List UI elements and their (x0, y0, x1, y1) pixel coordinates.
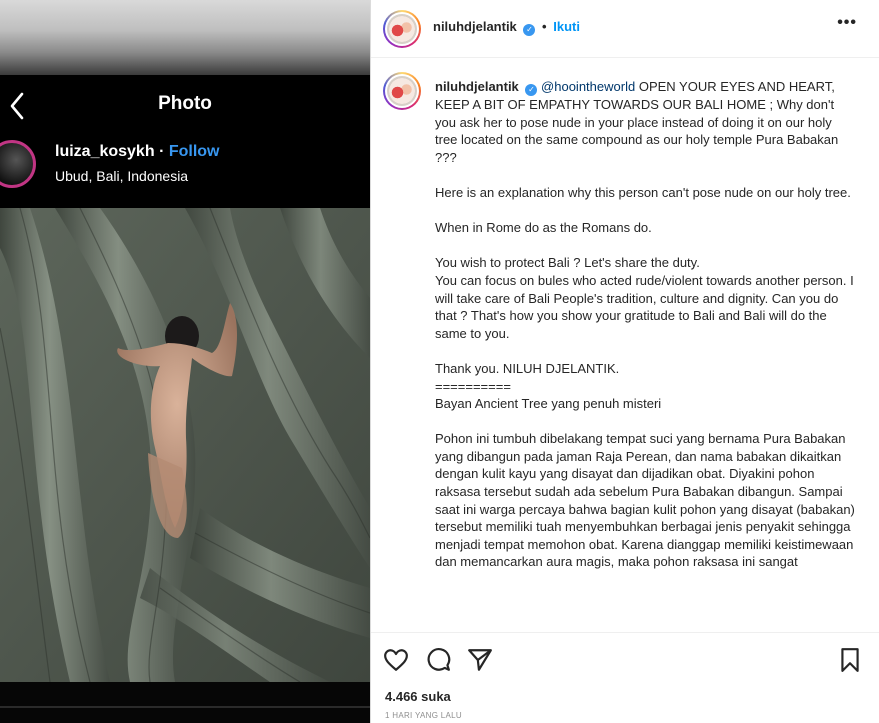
verified-badge-icon: ✓ (523, 24, 536, 36)
embedded-username-line: luiza_kosykh · Follow (55, 143, 220, 161)
more-options-icon[interactable]: ••• (837, 14, 857, 32)
heart-icon[interactable] (383, 647, 409, 673)
follow-button[interactable]: Ikuti (553, 19, 580, 34)
author-avatar[interactable] (383, 10, 421, 48)
embedded-username: luiza_kosykh (55, 143, 155, 160)
caption-paragraph: When in Rome do as the Romans do. (435, 220, 652, 236)
embedded-user-row: luiza_kosykh · Follow Ubud, Bali, Indone… (0, 132, 370, 207)
post-actions: 4.466 suka 1 HARI YANG LALU (371, 632, 879, 723)
post-header: niluhdjelantik ✓ • Ikuti ••• (371, 0, 879, 58)
caption-paragraph: niluhdjelantik ✓ @hoointheworld OPEN YOU… (435, 78, 855, 166)
embedded-follow-label: Follow (168, 143, 220, 160)
tree-roots-image (0, 208, 370, 682)
share-icon[interactable] (467, 647, 493, 673)
post-details-panel: niluhdjelantik ✓ • Ikuti ••• niluhdjelan… (371, 0, 879, 723)
tree-photo (0, 208, 370, 682)
caption-paragraph: You wish to protect Bali ? Let's share t… (435, 255, 854, 341)
author-username[interactable]: niluhdjelantik (433, 19, 517, 34)
caption-mention[interactable]: @hoointheworld (541, 79, 635, 94)
blurred-background (0, 0, 370, 75)
post-timestamp[interactable]: 1 HARI YANG LALU (385, 711, 462, 720)
embedded-screen-title: Photo (158, 93, 212, 114)
caption-username[interactable]: niluhdjelantik (435, 79, 519, 94)
comment-icon[interactable] (425, 647, 451, 673)
author-line: niluhdjelantik ✓ • Ikuti (433, 19, 580, 36)
bookmark-icon[interactable] (837, 647, 863, 673)
post-media[interactable]: Photo luiza_kosykh · Follow Ubud, Bali, … (0, 0, 370, 723)
embedded-avatar (0, 140, 36, 188)
likes-count[interactable]: 4.466 suka (385, 689, 451, 704)
caption-author-avatar[interactable] (383, 72, 421, 110)
embedded-location: Ubud, Bali, Indonesia (55, 168, 189, 184)
caption-paragraph: Thank you. NILUH DJELANTIK. ========== B… (435, 360, 662, 412)
post-caption: niluhdjelantik ✓ @hoointheworld OPEN YOU… (435, 78, 855, 628)
embedded-separator: · (159, 143, 165, 160)
caption-paragraph: Here is an explanation why this person c… (435, 184, 851, 200)
embedded-bottom-bar (0, 682, 370, 723)
caption-verified-badge-icon: ✓ (525, 84, 538, 96)
header-separator: • (542, 19, 547, 34)
caption-paragraph: Pohon ini tumbuh dibelakang tempat suci … (435, 431, 855, 570)
